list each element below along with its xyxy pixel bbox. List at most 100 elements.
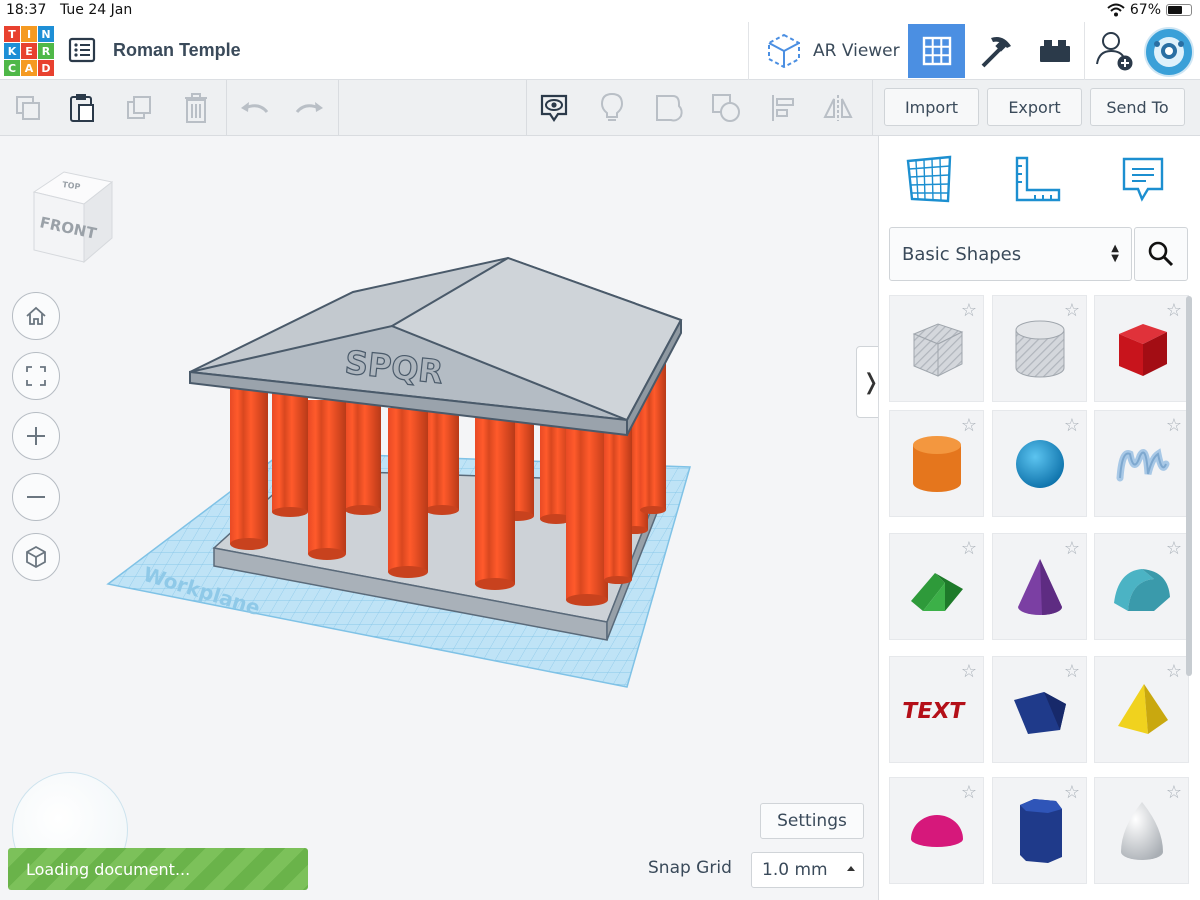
bricks-icon [1039, 40, 1070, 62]
delete-button[interactable] [178, 90, 214, 126]
group-button[interactable] [651, 90, 687, 126]
shape-sphere[interactable]: ☆ [992, 410, 1087, 517]
favorite-star-icon[interactable]: ☆ [961, 300, 977, 321]
view-cube[interactable]: TOP FRONT [24, 166, 120, 272]
3d-design-view-button[interactable] [908, 24, 965, 78]
tinkercad-logo[interactable]: T I N K E R C A D [4, 26, 54, 76]
copy-button[interactable] [10, 90, 46, 126]
temple-scene[interactable]: Workplane SPQR [0, 136, 878, 900]
mirror-button[interactable] [820, 90, 856, 126]
paste-button[interactable] [64, 90, 100, 126]
favorite-star-icon[interactable]: ☆ [961, 538, 977, 559]
align-button[interactable] [766, 90, 802, 126]
logo-letter: C [4, 60, 20, 76]
notes-button[interactable] [536, 90, 572, 126]
workplane-grid-icon [906, 155, 952, 203]
box-icon [1118, 323, 1167, 376]
notes-icon [1122, 157, 1164, 202]
favorite-star-icon[interactable]: ☆ [1064, 300, 1080, 321]
logo-letter: R [38, 43, 54, 59]
shape-search-button[interactable] [1134, 227, 1188, 281]
ar-viewer-label: AR Viewer [813, 41, 900, 61]
snap-grid-label: Snap Grid [648, 858, 732, 878]
box-hole-icon [912, 322, 963, 377]
user-avatar[interactable] [1144, 27, 1194, 77]
shape-half-sphere[interactable]: ☆ [889, 777, 984, 884]
undo-button[interactable] [236, 90, 272, 126]
shape-wedge[interactable]: ☆ [992, 656, 1087, 763]
shape-round-roof[interactable]: ☆ [1094, 533, 1189, 640]
light-button[interactable] [594, 90, 630, 126]
favorite-star-icon[interactable]: ☆ [1166, 782, 1182, 803]
svg-text:TEXT: TEXT [902, 698, 967, 724]
document-title[interactable]: Roman Temple [113, 40, 241, 61]
undo-icon [241, 102, 269, 114]
add-user-icon [1095, 32, 1132, 71]
zoom-in-button[interactable] [12, 412, 60, 460]
shape-box[interactable]: ☆ [1094, 295, 1189, 402]
shape-cylinder[interactable]: ☆ [889, 410, 984, 517]
header-divider [748, 22, 749, 80]
3d-design-view-icon [922, 36, 951, 66]
shape-box-hole[interactable]: ☆ [889, 295, 984, 402]
redo-button[interactable] [292, 90, 328, 126]
favorite-star-icon[interactable]: ☆ [1166, 300, 1182, 321]
ruler-tab[interactable] [1007, 152, 1067, 208]
shape-polygon[interactable]: ☆ [992, 777, 1087, 884]
paraboloid-icon [1120, 801, 1163, 860]
favorite-star-icon[interactable]: ☆ [1064, 538, 1080, 559]
favorite-star-icon[interactable]: ☆ [1166, 661, 1182, 682]
notes-tab[interactable] [1113, 152, 1173, 208]
roof-icon [910, 572, 963, 611]
send-to-button[interactable]: Send To [1090, 88, 1185, 126]
fit-all-icon [26, 366, 46, 386]
logo-letter: T [4, 26, 20, 42]
export-button[interactable]: Export [987, 88, 1082, 126]
3d-workspace[interactable]: Workplane SPQR TOP FRONT Loading documen… [0, 136, 878, 900]
shape-cone[interactable]: ☆ [992, 533, 1087, 640]
favorite-star-icon[interactable]: ☆ [1166, 538, 1182, 559]
favorite-star-icon[interactable]: ☆ [1064, 782, 1080, 803]
import-button[interactable]: Import [884, 88, 979, 126]
list-icon [68, 37, 96, 63]
ortho-view-button[interactable] [12, 533, 60, 581]
delete-icon [185, 93, 207, 123]
bricks-view-button[interactable] [1026, 24, 1083, 78]
panel-scrollbar[interactable] [1186, 296, 1192, 676]
fit-all-button[interactable] [12, 352, 60, 400]
battery-icon [1166, 4, 1192, 16]
duplicate-button[interactable] [122, 90, 158, 126]
settings-button[interactable]: Settings [760, 803, 864, 839]
home-view-button[interactable] [12, 292, 60, 340]
ungroup-button[interactable] [708, 90, 744, 126]
shape-text[interactable]: ☆ TEXT [889, 656, 984, 763]
favorite-star-icon[interactable]: ☆ [961, 782, 977, 803]
workplane-tab[interactable] [899, 152, 959, 208]
shape-cylinder-hole[interactable]: ☆ [992, 295, 1087, 402]
half-sphere-icon [910, 814, 963, 847]
paste-icon [70, 94, 94, 122]
cone-icon [1017, 558, 1062, 615]
battery-percent: 67% [1129, 2, 1161, 18]
favorite-star-icon[interactable]: ☆ [1064, 415, 1080, 436]
invite-user-button[interactable] [1086, 24, 1143, 78]
zoom-out-button[interactable] [12, 473, 60, 521]
shape-scribble[interactable]: ☆ [1094, 410, 1189, 517]
favorite-star-icon[interactable]: ☆ [1064, 661, 1080, 682]
favorite-star-icon[interactable]: ☆ [1166, 415, 1182, 436]
logo-letter: D [38, 60, 54, 76]
edit-toolbar: Import Export Send To [0, 80, 1200, 136]
codeblocks-view-button[interactable] [967, 24, 1024, 78]
design-list-button[interactable] [68, 36, 96, 64]
favorite-star-icon[interactable]: ☆ [961, 415, 977, 436]
ar-viewer-button[interactable]: AR Viewer [757, 22, 905, 80]
favorite-star-icon[interactable]: ☆ [961, 661, 977, 682]
wifi-icon [1107, 3, 1125, 17]
search-icon [1148, 241, 1174, 267]
shape-paraboloid[interactable]: ☆ [1094, 777, 1189, 884]
shape-roof[interactable]: ☆ [889, 533, 984, 640]
shape-pyramid[interactable]: ☆ [1094, 656, 1189, 763]
shape-library-select[interactable]: Basic Shapes ▲ ▼ [889, 227, 1132, 281]
notes-icon [540, 94, 568, 122]
snap-grid-select[interactable]: 1.0 mm [751, 852, 864, 888]
